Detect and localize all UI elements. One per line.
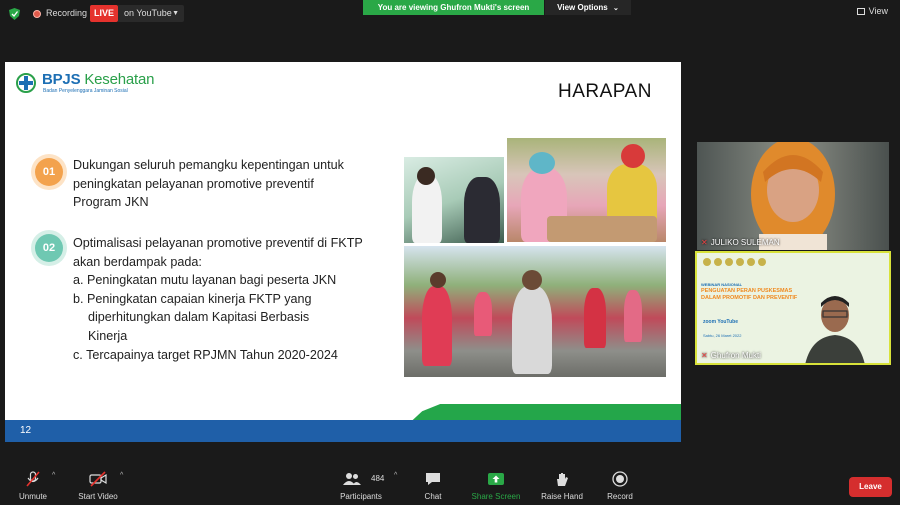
video-off-icon	[89, 471, 107, 487]
slide-footer-bar	[5, 420, 681, 442]
point-text: Dukungan seluruh pemangku kepentingan un…	[73, 158, 344, 209]
point-number-badge: 02	[35, 234, 63, 262]
bpjs-logo-icon	[16, 73, 36, 93]
view-options-button[interactable]: View Options ⌄	[545, 0, 631, 15]
record-button[interactable]: Record	[602, 463, 638, 505]
sub-point: Kinerja	[88, 329, 128, 343]
shared-screen-slide: BPJS Kesehatan Badan Penyelenggara Jamin…	[5, 62, 681, 442]
mic-muted-icon: ✕	[701, 238, 708, 247]
share-screen-button[interactable]: Share Screen	[468, 463, 524, 505]
bpjs-logo-name: BPJS Kesehatan	[42, 71, 155, 88]
participant-video	[805, 296, 865, 363]
sub-point: a. Peningkatan mutu layanan bagi peserta…	[73, 273, 337, 287]
leave-button[interactable]: Leave	[849, 477, 892, 497]
mic-muted-icon	[26, 471, 40, 487]
sub-point: b. Peningkatan capaian kinerja FKTP yang	[73, 292, 312, 306]
chat-icon	[426, 473, 440, 485]
participant-name-label: ✕ JULIKO SULEMAN	[701, 238, 780, 247]
slide-title: HARAPAN	[558, 81, 652, 102]
active-speaker-video-tile[interactable]: WEBINAR NASIONAL PENGUATAN PERAN PUSKESM…	[695, 251, 891, 365]
participant-video-tile[interactable]: ✕ JULIKO SULEMAN	[697, 142, 889, 250]
view-grid-icon	[856, 8, 865, 15]
point-text: Optimalisasi pelayanan promotive prevent…	[73, 236, 363, 269]
sub-point: diperhitungkan dalam Kapitasi Berbasis	[88, 310, 310, 324]
webinar-platforms: zoom YouTube	[703, 319, 738, 325]
participants-count: 484	[371, 474, 385, 483]
chevron-down-icon: ⌄	[612, 5, 619, 12]
share-screen-icon	[488, 473, 504, 485]
sponsor-logos	[703, 258, 783, 268]
slide-page-number: 12	[20, 425, 32, 436]
participants-icon	[343, 473, 361, 485]
record-icon	[612, 471, 628, 487]
view-label: View	[868, 6, 888, 16]
bpjs-logo-subtitle: Badan Penyelenggara Jaminan Sosial	[43, 88, 128, 94]
shield-icon[interactable]	[9, 8, 20, 20]
blood-pressure-check-photo	[507, 138, 666, 242]
view-options-label: View Options	[557, 3, 608, 12]
chevron-up-icon[interactable]: ^	[394, 472, 397, 479]
start-video-button[interactable]: ^ Start Video	[72, 463, 124, 505]
chat-button[interactable]: Chat	[416, 463, 450, 505]
recording-label[interactable]: Recording	[46, 8, 87, 18]
youtube-label: on YouTube	[124, 8, 172, 18]
mic-muted-icon: ✕	[701, 351, 708, 360]
raise-hand-icon	[557, 473, 568, 486]
chevron-up-icon[interactable]: ^	[120, 472, 123, 479]
point-number-badge: 01	[35, 158, 63, 186]
meeting-top-bar: Recording LIVE on YouTube ▼ You are view…	[0, 0, 900, 28]
unmute-button[interactable]: ^ Unmute	[8, 463, 58, 505]
webinar-date: Sabtu, 26 Maret 2022	[703, 333, 742, 338]
raise-hand-button[interactable]: Raise Hand	[536, 463, 588, 505]
chevron-down-icon: ▼	[172, 10, 179, 17]
webinar-banner: WEBINAR NASIONAL PENGUATAN PERAN PUSKESM…	[701, 282, 798, 301]
participants-button[interactable]: 484 ^ Participants	[332, 463, 397, 505]
participant-name-label: ✕ Ghufron Mukti	[701, 351, 761, 360]
health-check-photo	[404, 157, 504, 243]
community-exercise-photo	[404, 246, 666, 377]
youtube-stream-dropdown[interactable]: on YouTube ▼	[118, 5, 184, 22]
live-badge[interactable]: LIVE	[90, 5, 118, 22]
viewing-screen-banner: You are viewing Ghufron Mukti's screen	[363, 0, 544, 15]
recording-dot-icon	[33, 10, 41, 18]
sub-point: c. Tercapainya target RPJMN Tahun 2020-2…	[73, 348, 338, 362]
participant-video	[751, 142, 835, 250]
view-button[interactable]: View	[856, 6, 888, 16]
meeting-toolbar: ^ Unmute ^ Start Video 484 ^ Participant…	[0, 463, 900, 505]
chevron-up-icon[interactable]: ^	[52, 472, 55, 479]
